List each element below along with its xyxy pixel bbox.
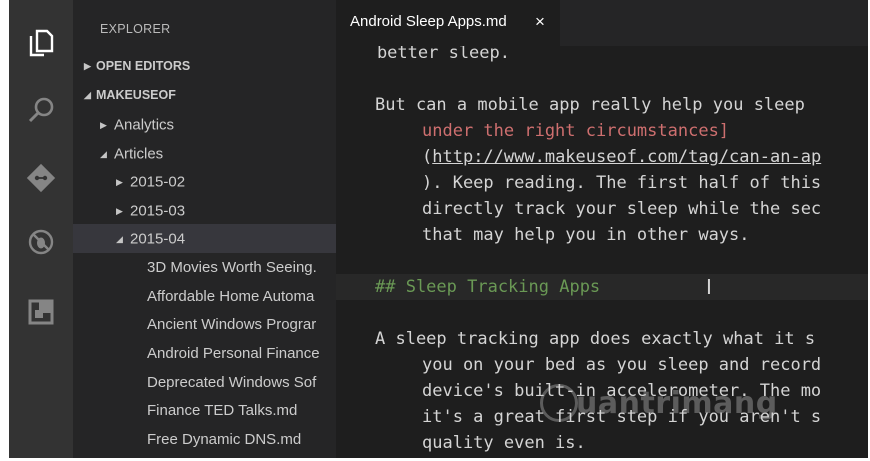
code-line: you on your bed as you sleep and record (336, 352, 868, 378)
code-text: under the right circumstances] (422, 121, 730, 141)
search-icon[interactable] (21, 90, 61, 130)
code-line: under the right circumstances] (336, 118, 868, 144)
file-item[interactable]: Deprecated Windows Sof (73, 368, 336, 397)
code-text: A sleep tracking app does exactly what i… (375, 329, 816, 349)
extensions-icon[interactable] (21, 292, 61, 332)
watermark-logo-icon (540, 384, 578, 422)
code-line: A sleep tracking app does exactly what i… (336, 326, 868, 352)
workspace-section[interactable]: ◢ MAKEUSEOF (73, 81, 336, 110)
chevron-down-icon: ◢ (116, 233, 123, 244)
file-item[interactable]: Affordable Home Automa (73, 282, 336, 311)
code-line: directly track your sleep while the sec (336, 196, 868, 222)
tab-title: Android Sleep Apps.md (350, 13, 507, 30)
tree-item-label: 2015-04 (130, 230, 186, 248)
code-text: directly track your sleep while the sec (422, 199, 822, 219)
text-cursor-icon: I (706, 275, 712, 299)
file-item[interactable]: Ancient Windows Prograr (73, 310, 336, 339)
chevron-right-icon: ▶ (116, 176, 123, 187)
git-icon[interactable] (21, 158, 61, 198)
frame-left (0, 0, 9, 461)
file-item[interactable]: Free Dynamic DNS.md (73, 425, 336, 454)
code-line: better sleep. (336, 46, 868, 66)
url-link[interactable]: http://www.makeuseof.com/tag/can-an-ap (432, 147, 821, 167)
explorer-title: EXPLORER (100, 22, 171, 36)
code-text: better sleep. (336, 46, 510, 63)
tree-item-label: Analytics (114, 116, 175, 134)
code-text: quality even is. (422, 433, 586, 453)
chevron-right-icon: ▶ (100, 119, 107, 130)
tree-item-articles[interactable]: ◢ Articles (73, 139, 336, 168)
close-icon[interactable]: × (535, 12, 545, 32)
chevron-down-icon: ◢ (84, 90, 91, 101)
code-text: ). Keep reading. The first half of this (422, 173, 822, 193)
activity-bar (9, 0, 73, 458)
watermark: uantrimang (576, 386, 778, 421)
chevron-down-icon: ◢ (100, 148, 107, 159)
tab-bar: Android Sleep Apps.md × (336, 0, 868, 46)
chevron-right-icon: ▶ (84, 61, 91, 72)
code-line: that may help you in other ways. (336, 222, 868, 248)
tree-item-analytics[interactable]: ▶ Analytics (73, 110, 336, 139)
code-line: But can a mobile app really help you sle… (336, 92, 868, 118)
explorer-sidebar: EXPLORER ▶ OPEN EDITORS ◢ MAKEUSEOF ▶ Analy… (73, 0, 336, 458)
tree-item-2015-04[interactable]: ◢ 2015-04 (73, 224, 336, 253)
file-item[interactable]: Android Personal Finance (73, 339, 336, 368)
tree-item-2015-03[interactable]: ▶ 2015-03 (73, 196, 336, 225)
tree-item-label: 2015-02 (130, 173, 186, 191)
heading-text: ## Sleep Tracking Apps (375, 277, 601, 297)
current-line: ## Sleep Tracking Apps I (336, 274, 868, 300)
chevron-right-icon: ▶ (116, 205, 123, 216)
tree-item-label: Articles (114, 145, 164, 163)
code-text: that may help you in other ways. (422, 225, 750, 245)
code-line: (http://www.makeuseof.com/tag/can-an-ap (336, 144, 868, 170)
code-line: quality even is. (336, 430, 868, 456)
code-line: ). Keep reading. The first half of this (336, 170, 868, 196)
tree-item-label: 2015-03 (130, 202, 186, 220)
open-editors-label: OPEN EDITORS (96, 59, 191, 74)
workspace-label: MAKEUSEOF (96, 88, 176, 103)
tab-android-sleep-apps[interactable]: Android Sleep Apps.md × (336, 0, 560, 46)
open-editors-section[interactable]: ▶ OPEN EDITORS (73, 52, 336, 81)
code-text: you on your bed as you sleep and record (422, 355, 822, 375)
paren-text: ( (422, 147, 433, 167)
files-icon[interactable] (21, 23, 61, 63)
file-item[interactable]: Finance TED Talks.md (73, 396, 336, 425)
file-item[interactable]: 3D Movies Worth Seeing. (73, 253, 336, 282)
code-text: But can a mobile app really help you sle… (375, 95, 805, 115)
debug-icon[interactable] (21, 222, 61, 262)
tree-item-2015-02[interactable]: ▶ 2015-02 (73, 167, 336, 196)
